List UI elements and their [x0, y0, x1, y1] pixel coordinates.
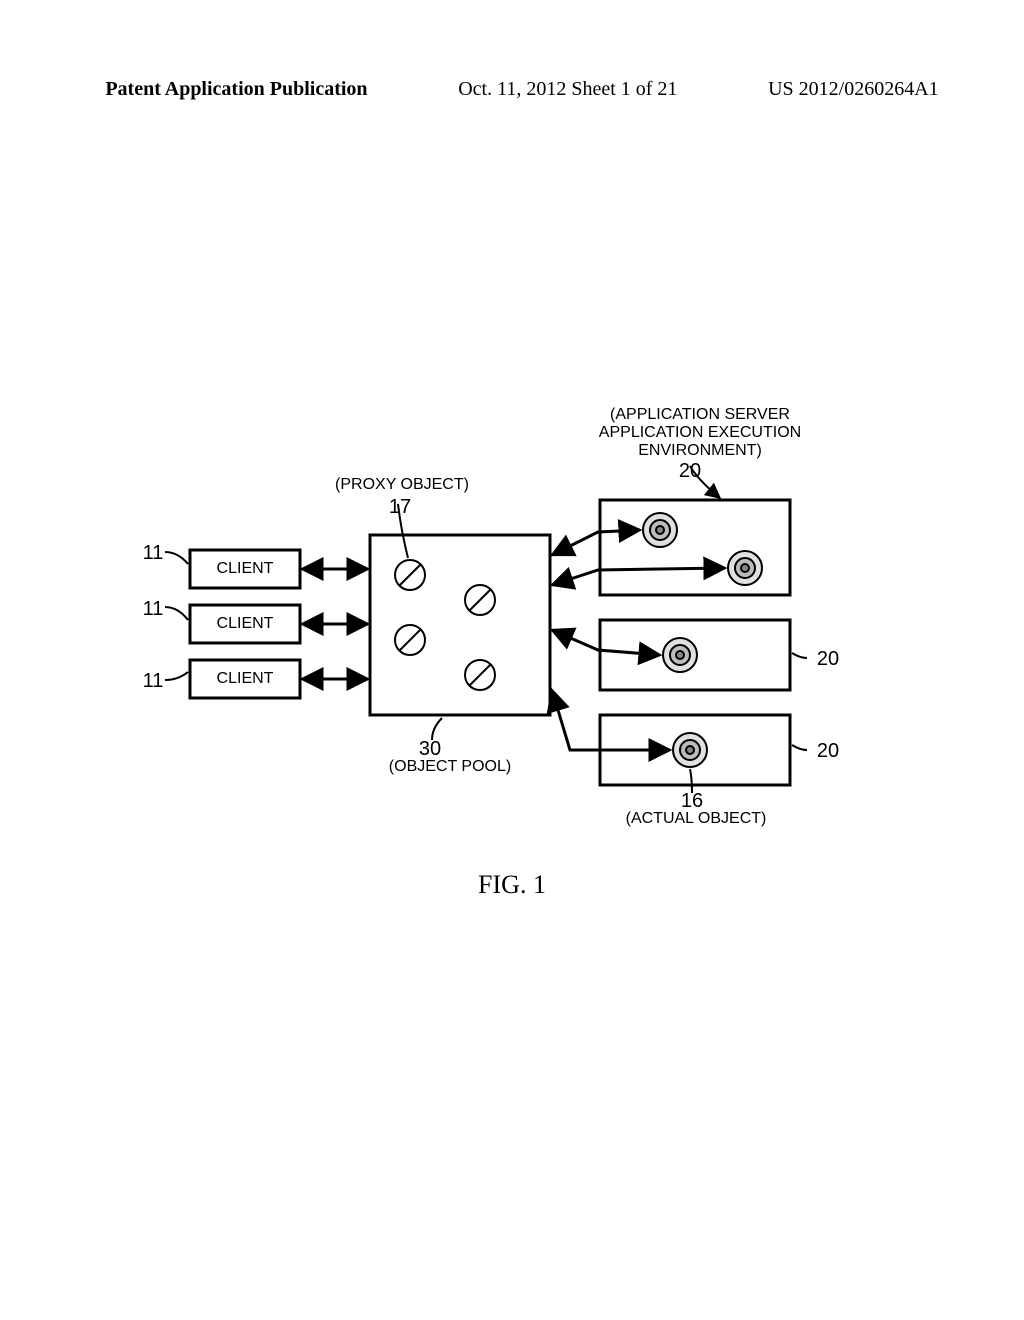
client-label-b: CLIENT: [200, 615, 290, 633]
label-app-server-l2: APPLICATION EXECUTION: [570, 424, 830, 442]
label-app-server-l3: ENVIRONMENT): [570, 442, 830, 460]
ref-20-top: 20: [670, 460, 710, 483]
ref-11-b: 11: [138, 598, 168, 621]
label-object-pool: (OBJECT POOL): [370, 758, 530, 776]
ref-20-mid: 20: [808, 648, 848, 671]
label-app-server-l1: (APPLICATION SERVER: [570, 406, 830, 424]
figure-1-diagram: (APPLICATION SERVER APPLICATION EXECUTIO…: [0, 320, 1024, 1020]
label-app-server: (APPLICATION SERVER APPLICATION EXECUTIO…: [570, 406, 830, 460]
patent-page: Patent Application Publication Oct. 11, …: [0, 0, 1024, 1320]
client-label-a: CLIENT: [200, 560, 290, 578]
header-left: Patent Application Publication: [45, 78, 367, 101]
figure-caption: FIG. 1: [0, 870, 1024, 900]
header-right: US 2012/0260264A1: [768, 78, 979, 101]
page-header: Patent Application Publication Oct. 11, …: [0, 78, 1024, 101]
ref-17: 17: [380, 496, 420, 519]
label-proxy-object: (PROXY OBJECT): [322, 476, 482, 494]
client-label-c: CLIENT: [200, 670, 290, 688]
ref-11-c: 11: [138, 670, 168, 693]
ref-11-a: 11: [138, 542, 168, 565]
header-mid: Oct. 11, 2012 Sheet 1 of 21: [458, 78, 677, 101]
ref-20-bot: 20: [808, 740, 848, 763]
label-actual-object: (ACTUAL OBJECT): [596, 810, 796, 828]
